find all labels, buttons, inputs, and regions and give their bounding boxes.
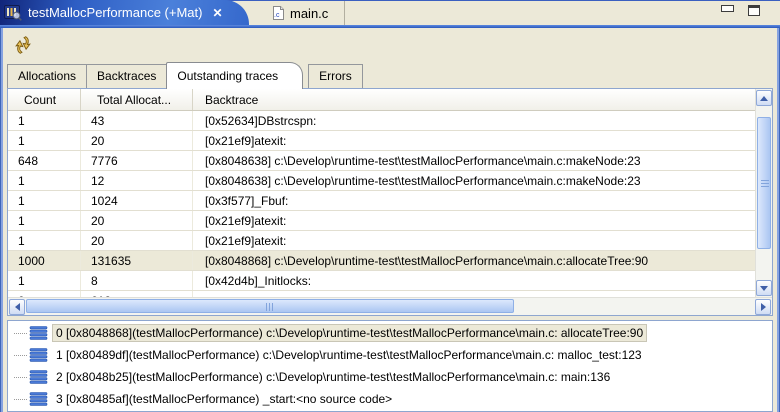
editor-tabbar: testMallocPerformance (+Mat) ✕ .c main.c: [0, 0, 780, 25]
table-row[interactable]: 1 8 [0x42d4b]_Initlocks:: [8, 271, 755, 291]
scroll-left-button[interactable]: [9, 299, 25, 315]
column-header[interactable]: Count: [8, 89, 81, 110]
table-row[interactable]: 1 1024 [0x3f577]_Fbuf:: [8, 191, 755, 211]
cell-total-allocated: 20: [81, 131, 193, 150]
stack-frame-label: 2 [0x8048b25](testMallocPerformance) c:\…: [53, 369, 613, 385]
stack-frame-label: 3 [0x80485af](testMallocPerformance) _st…: [53, 391, 395, 407]
cell-backtrace: [0x21ef9]atexit:: [193, 131, 755, 150]
horizontal-scrollbar[interactable]: [8, 297, 772, 315]
stack-frame-icon: [29, 370, 49, 385]
result-tab[interactable]: Outstanding traces: [166, 62, 303, 89]
result-tab[interactable]: Errors: [308, 64, 363, 88]
vertical-scroll-thumb[interactable]: [757, 117, 771, 249]
table-row[interactable]: 1000 131635 [0x8048868] c:\Develop\runti…: [8, 251, 755, 271]
cell-count: 1: [8, 171, 81, 190]
table-row[interactable]: 1 20 [0x21ef9]atexit:: [8, 231, 755, 251]
scroll-down-button[interactable]: [756, 280, 772, 296]
stack-frame-label: 1 [0x80489df](testMallocPerformance) c:\…: [53, 347, 645, 363]
cell-count: 1: [8, 211, 81, 230]
cell-total-allocated: 20: [81, 211, 193, 230]
tree-connector: [14, 377, 27, 378]
vertical-scrollbar[interactable]: [755, 89, 772, 297]
cell-count: 1: [8, 271, 81, 290]
cell-count: 1: [8, 111, 81, 130]
view-window-buttons: [721, 5, 760, 16]
table-row[interactable]: 1 20 [0x21ef9]atexit:: [8, 131, 755, 151]
tab-label: main.c: [290, 6, 328, 21]
profiler-view-icon: [4, 5, 22, 21]
table-row[interactable]: 648 7776 [0x8048638] c:\Develop\runtime-…: [8, 151, 755, 171]
stack-trace-panel: 0 [0x8048868](testMallocPerformance) c:\…: [7, 320, 773, 412]
result-tab[interactable]: Backtraces: [86, 64, 167, 88]
cell-total-allocated: 7776: [81, 151, 193, 170]
tree-connector: [14, 333, 27, 334]
table-body: 1 43 [0x52634]DBstrcspn: 1 20 [0x21ef9]a…: [8, 111, 755, 297]
table-row[interactable]: 1 43 [0x52634]DBstrcspn:: [8, 111, 755, 131]
tree-connector: [14, 399, 27, 400]
tab-label: testMallocPerformance (+Mat): [28, 5, 202, 20]
stack-frame-icon: [29, 348, 49, 363]
close-icon[interactable]: ✕: [212, 6, 222, 20]
tree-connector: [14, 355, 27, 356]
stack-frame-row[interactable]: 1 [0x80489df](testMallocPerformance) c:\…: [8, 344, 772, 366]
cell-backtrace: [0x21ef9]atexit:: [193, 211, 755, 230]
tab-test-malloc-performance[interactable]: testMallocPerformance (+Mat) ✕: [0, 0, 249, 25]
stack-frame-row[interactable]: 2 [0x8048b25](testMallocPerformance) c:\…: [8, 366, 772, 388]
column-header[interactable]: Total Allocat...: [81, 89, 193, 110]
table-row[interactable]: 1 20 [0x21ef9]atexit:: [8, 211, 755, 231]
cell-count: 1: [8, 231, 81, 250]
horizontal-scroll-thumb[interactable]: [26, 299, 514, 313]
stack-frame-icon: [29, 326, 49, 341]
arrow-up-icon: [760, 92, 768, 101]
cell-count: 648: [8, 151, 81, 170]
arrow-down-icon: [760, 286, 768, 295]
stack-frame-row[interactable]: 0 [0x8048868](testMallocPerformance) c:\…: [8, 322, 772, 344]
cell-count: 1000: [8, 251, 81, 270]
minimize-icon[interactable]: [721, 5, 734, 12]
maximize-icon[interactable]: [748, 5, 760, 16]
stack-frame-icon: [29, 392, 49, 407]
stack-frame-label: 0 [0x8048868](testMallocPerformance) c:\…: [53, 325, 646, 341]
cell-total-allocated: 8: [81, 271, 193, 290]
cell-backtrace: [0x3f577]_Fbuf:: [193, 191, 755, 210]
cell-backtrace: [0x8048638] c:\Develop\runtime-test\test…: [193, 151, 755, 170]
cell-backtrace: [0x21ef9]atexit:: [193, 231, 755, 250]
cell-total-allocated: 12: [81, 171, 193, 190]
result-tabs: AllocationsBacktracesOutstanding tracesE…: [7, 61, 362, 88]
svg-text:.c: .c: [274, 12, 280, 19]
arrow-right-icon: [761, 303, 770, 311]
table-header: CountTotal Allocat...Backtrace: [8, 89, 755, 111]
cell-total-allocated: 43: [81, 111, 193, 130]
column-header[interactable]: Backtrace: [193, 89, 755, 110]
tab-main-c[interactable]: .c main.c: [262, 1, 345, 25]
scroll-right-button[interactable]: [755, 299, 771, 315]
cell-backtrace: [0x8048868] c:\Develop\runtime-test\test…: [193, 251, 755, 270]
refresh-arrows-icon[interactable]: [12, 35, 34, 55]
thumb-grip: [761, 179, 769, 187]
result-tab[interactable]: Allocations: [7, 64, 87, 88]
arrow-left-icon: [11, 303, 20, 311]
cell-total-allocated: 1024: [81, 191, 193, 210]
cell-count: 1: [8, 131, 81, 150]
cell-total-allocated: 131635: [81, 251, 193, 270]
thumb-grip: [266, 303, 274, 311]
cell-backtrace: [0x8048638] c:\Develop\runtime-test\test…: [193, 171, 755, 190]
c-file-icon: .c: [272, 6, 284, 20]
cell-total-allocated: 20: [81, 231, 193, 250]
view-frame-left: [0, 28, 3, 412]
cell-count: 1: [8, 191, 81, 210]
view-toolbar: [3, 28, 777, 61]
cell-backtrace: [0x52634]DBstrcspn:: [193, 111, 755, 130]
table-row[interactable]: 1 12 [0x8048638] c:\Develop\runtime-test…: [8, 171, 755, 191]
stack-frame-row[interactable]: 3 [0x80485af](testMallocPerformance) _st…: [8, 388, 772, 410]
cell-backtrace: [0x42d4b]_Initlocks:: [193, 271, 755, 290]
outstanding-traces-table: CountTotal Allocat...Backtrace 1 43 [0x5…: [7, 88, 773, 316]
scroll-up-button[interactable]: [756, 90, 772, 106]
